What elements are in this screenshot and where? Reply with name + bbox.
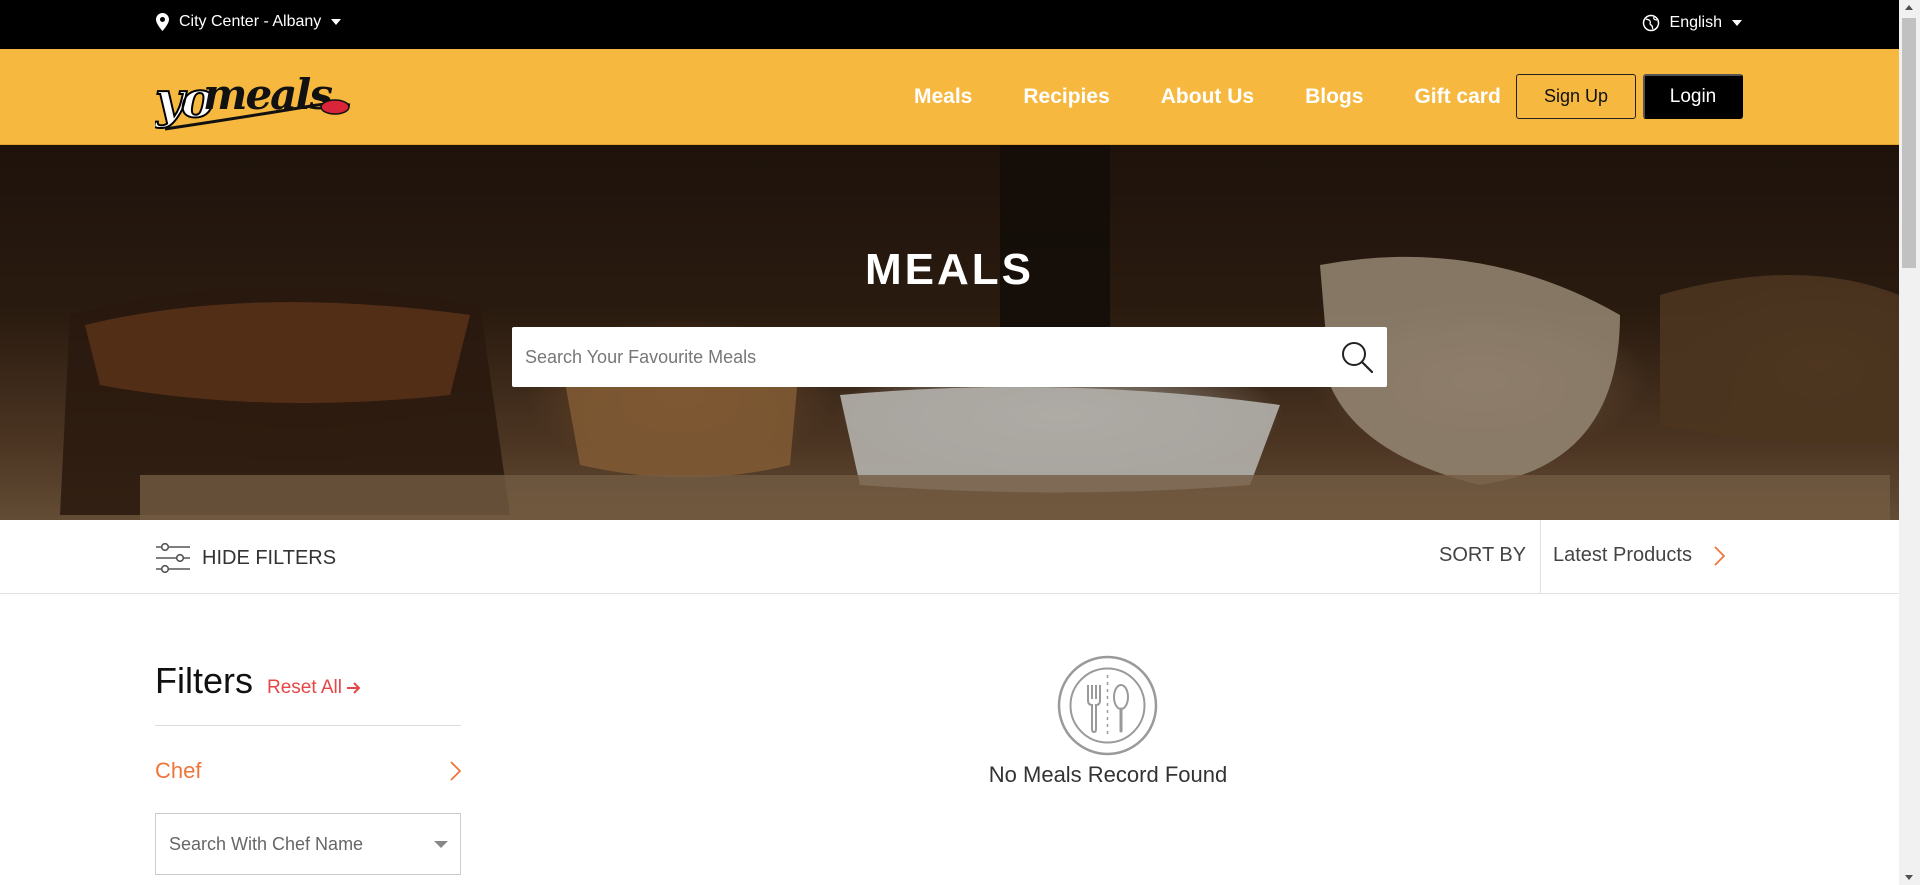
language-label: English xyxy=(1669,14,1722,31)
filters-header: Filters Reset All xyxy=(155,660,361,702)
filters-divider xyxy=(155,725,461,726)
hide-filters-label: HIDE FILTERS xyxy=(202,546,337,569)
sort-select[interactable]: Latest Products xyxy=(1553,544,1725,567)
location-pin-icon xyxy=(156,13,169,31)
chef-filter-toggle[interactable]: Chef xyxy=(155,758,461,784)
filters-title: Filters xyxy=(155,660,253,701)
sort-by-label: SORT BY xyxy=(1439,544,1527,566)
location-label: City Center - Albany xyxy=(179,13,322,30)
hide-filters-toggle[interactable]: HIDE FILTERS xyxy=(155,542,336,574)
chevron-down-icon xyxy=(1732,20,1742,26)
nav-meals[interactable]: Meals xyxy=(914,85,972,109)
scroll-down-arrow-icon[interactable] xyxy=(1905,875,1913,880)
arrow-right-icon xyxy=(346,682,361,694)
location-selector[interactable]: City Center - Albany xyxy=(156,13,342,31)
reset-all-link[interactable]: Reset All xyxy=(267,677,361,699)
signup-button[interactable]: Sign Up xyxy=(1516,74,1636,119)
reset-all-label: Reset All xyxy=(267,677,342,698)
hero-banner: MEALS xyxy=(0,145,1899,520)
sliders-icon xyxy=(156,542,190,574)
language-selector[interactable]: English xyxy=(1642,14,1742,32)
empty-results-message: No Meals Record Found xyxy=(988,762,1228,787)
site-header: yo meals Meals Recipies About Us Blogs G… xyxy=(0,49,1899,145)
login-button[interactable]: Login xyxy=(1643,74,1743,119)
chevron-right-icon xyxy=(1714,545,1725,566)
nav-blogs[interactable]: Blogs xyxy=(1305,85,1363,109)
scrollbar-thumb[interactable] xyxy=(1902,18,1916,268)
caret-down-icon xyxy=(434,840,448,848)
main-nav: Meals Recipies About Us Blogs Gift card xyxy=(914,85,1501,109)
globe-icon xyxy=(1642,14,1659,32)
sort-divider xyxy=(1540,520,1541,594)
sort-value: Latest Products xyxy=(1553,544,1692,566)
chef-name-select[interactable]: Search With Chef Name xyxy=(155,813,461,875)
nav-about-us[interactable]: About Us xyxy=(1161,85,1254,109)
meal-search-input[interactable] xyxy=(512,327,1327,387)
nav-gift-card[interactable]: Gift card xyxy=(1414,85,1500,109)
meal-search-bar xyxy=(512,327,1387,387)
search-icon[interactable] xyxy=(1327,327,1387,387)
page-title: MEALS xyxy=(865,245,1034,294)
nav-recipies[interactable]: Recipies xyxy=(1023,85,1109,109)
filter-sort-bar: HIDE FILTERS SORT BY Latest Products xyxy=(0,520,1899,594)
top-bar: City Center - Albany English xyxy=(0,0,1899,49)
yomeals-logo[interactable]: yo meals xyxy=(155,57,355,141)
chevron-right-icon xyxy=(450,761,461,781)
cutlery-icon xyxy=(1057,655,1158,756)
page-scrollbar[interactable] xyxy=(1899,0,1920,885)
chef-select-placeholder: Search With Chef Name xyxy=(169,833,364,854)
chef-filter-label: Chef xyxy=(155,758,202,783)
chevron-down-icon xyxy=(331,19,342,25)
scroll-up-arrow-icon[interactable] xyxy=(1905,5,1913,10)
